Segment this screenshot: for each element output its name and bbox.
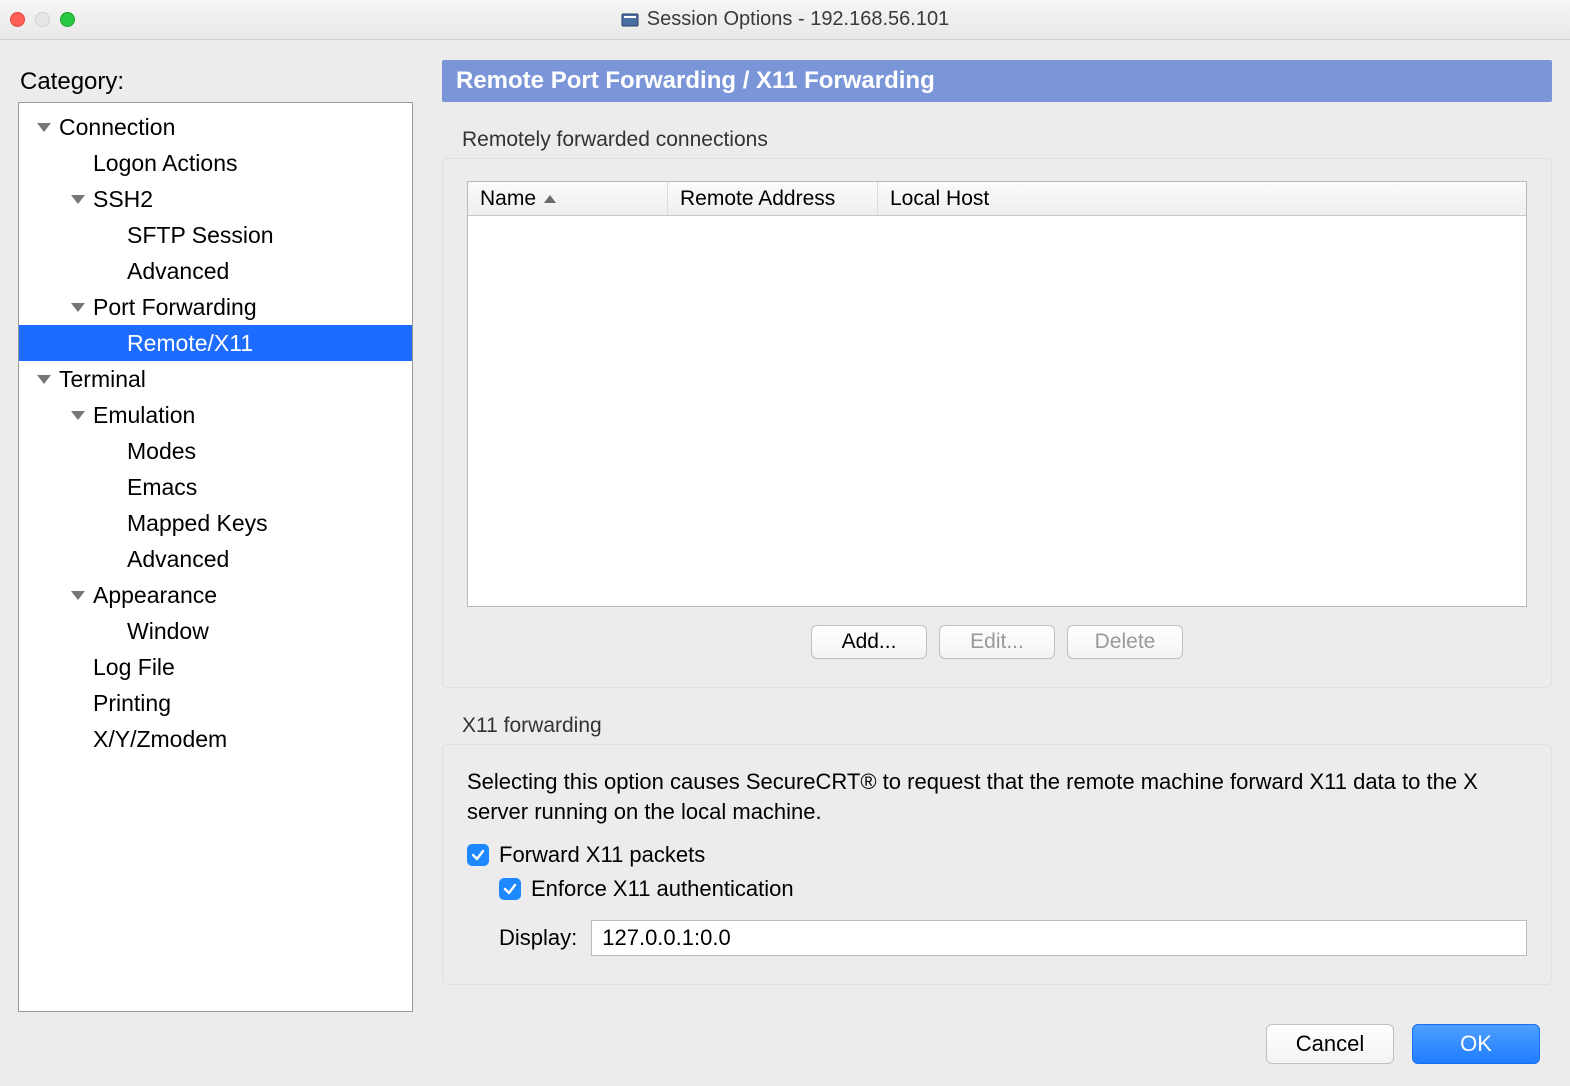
enforce-x11-label: Enforce X11 authentication <box>531 876 794 902</box>
tree-mapped-keys[interactable]: Mapped Keys <box>19 505 412 541</box>
edit-button[interactable]: Edit... <box>939 625 1055 659</box>
display-input[interactable] <box>591 920 1527 956</box>
chevron-down-icon <box>71 195 85 204</box>
tree-terminal[interactable]: Terminal <box>19 361 412 397</box>
tree-printing[interactable]: Printing <box>19 685 412 721</box>
dialog-buttons: Cancel OK <box>1266 1024 1540 1064</box>
enforce-x11-checkbox[interactable]: Enforce X11 authentication <box>499 876 1527 902</box>
chevron-down-icon <box>37 123 51 132</box>
table-header[interactable]: Name Remote Address Local Host <box>468 182 1526 216</box>
x11-description: Selecting this option causes SecureCRT® … <box>467 767 1527 826</box>
forward-x11-label: Forward X11 packets <box>499 842 705 868</box>
chevron-down-icon <box>71 591 85 600</box>
tree-window[interactable]: Window <box>19 613 412 649</box>
tree-emulation[interactable]: Emulation <box>19 397 412 433</box>
window-title: Session Options - 192.168.56.101 <box>0 8 1570 31</box>
x11-forward-group: Selecting this option causes SecureCRT® … <box>442 744 1552 985</box>
tree-sftp-session[interactable]: SFTP Session <box>19 217 412 253</box>
display-label: Display: <box>499 925 577 951</box>
chevron-down-icon <box>71 411 85 420</box>
checkbox-checked-icon <box>499 878 521 900</box>
tree-modes[interactable]: Modes <box>19 433 412 469</box>
add-button[interactable]: Add... <box>811 625 927 659</box>
ok-button[interactable]: OK <box>1412 1024 1540 1064</box>
tree-emacs[interactable]: Emacs <box>19 469 412 505</box>
tree-connection[interactable]: Connection <box>19 109 412 145</box>
app-icon <box>621 11 639 29</box>
tree-remote-x11[interactable]: Remote/X11 <box>19 325 412 361</box>
col-remote-address[interactable]: Remote Address <box>668 182 878 215</box>
sort-asc-icon <box>544 195 556 203</box>
tree-appearance[interactable]: Appearance <box>19 577 412 613</box>
forward-x11-checkbox[interactable]: Forward X11 packets <box>467 842 1527 868</box>
tree-ssh2-advanced[interactable]: Advanced <box>19 253 412 289</box>
remote-forward-label: Remotely forwarded connections <box>462 128 1552 152</box>
panel-title: Remote Port Forwarding / X11 Forwarding <box>442 60 1552 102</box>
cancel-button[interactable]: Cancel <box>1266 1024 1394 1064</box>
remote-forward-table[interactable]: Name Remote Address Local Host <box>467 181 1527 607</box>
category-tree[interactable]: Connection Logon Actions SSH2 SFTP Sessi… <box>18 102 413 1012</box>
tree-log-file[interactable]: Log File <box>19 649 412 685</box>
col-local-host[interactable]: Local Host <box>878 182 1526 215</box>
window-title-text: Session Options - 192.168.56.101 <box>647 8 949 31</box>
category-heading: Category: <box>20 68 418 96</box>
remote-forward-group: Name Remote Address Local Host Add... Ed… <box>442 158 1552 688</box>
col-name[interactable]: Name <box>468 182 668 215</box>
titlebar: Session Options - 192.168.56.101 <box>0 0 1570 40</box>
tree-emu-advanced[interactable]: Advanced <box>19 541 412 577</box>
delete-button[interactable]: Delete <box>1067 625 1183 659</box>
checkbox-checked-icon <box>467 844 489 866</box>
tree-logon-actions[interactable]: Logon Actions <box>19 145 412 181</box>
chevron-down-icon <box>71 303 85 312</box>
tree-ssh2[interactable]: SSH2 <box>19 181 412 217</box>
tree-port-forwarding[interactable]: Port Forwarding <box>19 289 412 325</box>
x11-forward-label: X11 forwarding <box>462 714 1552 738</box>
tree-xyzmodem[interactable]: X/Y/Zmodem <box>19 721 412 757</box>
chevron-down-icon <box>37 375 51 384</box>
